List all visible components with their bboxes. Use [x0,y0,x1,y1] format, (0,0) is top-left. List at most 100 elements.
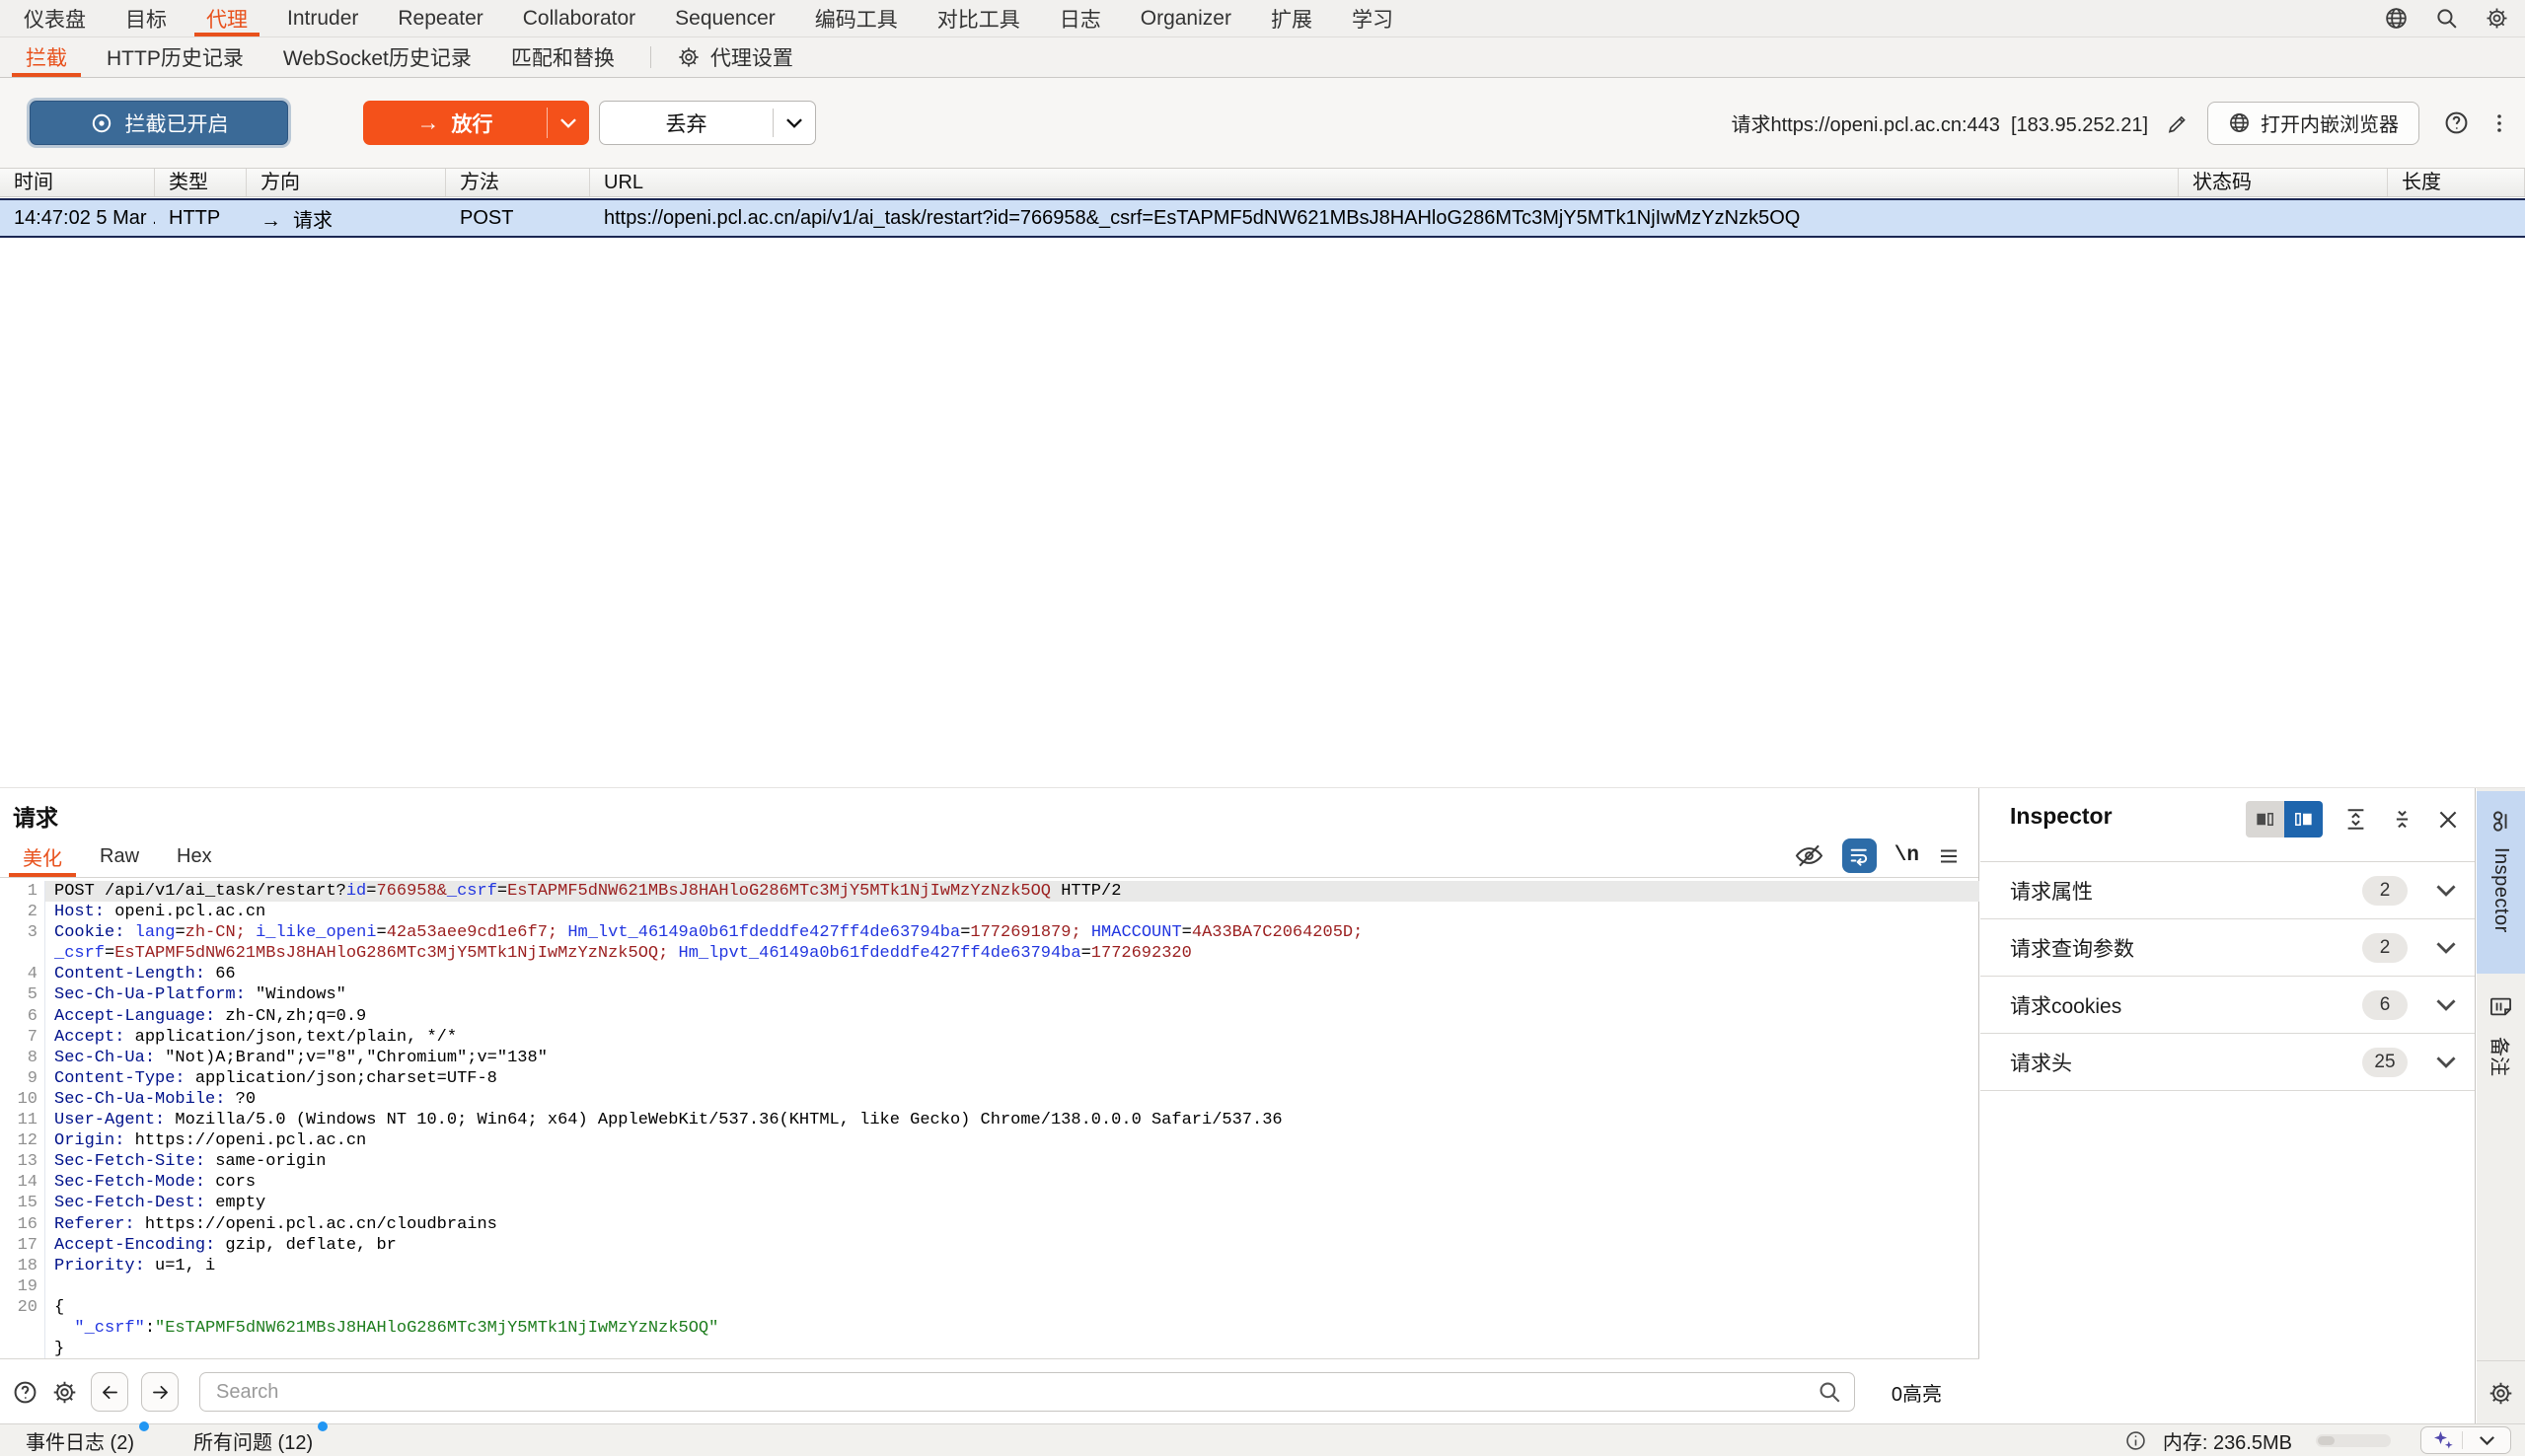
request-tab-raw[interactable]: Raw [81,837,158,877]
search-previous-button[interactable] [91,1372,128,1412]
editor-menu-icon[interactable] [1937,844,1961,868]
column-header-length[interactable]: 长度 [2388,169,2525,196]
all-issues-button[interactable]: 所有问题 (12) [193,1426,325,1455]
show-newlines-toggle[interactable]: \n [1894,844,1919,867]
drop-dropdown-button[interactable] [774,102,815,144]
ai-assistant-split-button[interactable] [2420,1426,2511,1454]
proxy-settings-button[interactable]: 代理设置 [667,37,803,77]
menu-item-logger[interactable]: 日志 [1040,0,1121,36]
menu-item-comparer[interactable]: 对比工具 [918,0,1040,36]
browser-globe-icon [2228,111,2251,134]
editor-line-text[interactable]: Accept: application/json,text/plain, */* [45,1027,1979,1048]
layout-split-column-button[interactable] [2284,801,2323,837]
editor-line-text[interactable]: Sec-Fetch-Dest: empty [45,1193,1979,1213]
browser-globe-icon[interactable] [2384,6,2409,31]
menu-item-collaborator[interactable]: Collaborator [503,0,655,36]
editor-settings-button[interactable] [2477,1360,2525,1424]
column-header-method[interactable]: 方法 [446,169,590,196]
editor-line-text[interactable]: "_csrf":"EsTAPMF5dNW621MBsJ8HAHloG286MTc… [45,1318,1979,1339]
search-icon[interactable] [2434,6,2459,31]
editor-line-text[interactable]: User-Agent: Mozilla/5.0 (Windows NT 10.0… [45,1110,1979,1130]
editor-line-text[interactable]: POST /api/v1/ai_task/restart?id=766958&_… [45,881,1979,902]
editor-view-icons: \n [1794,838,1961,873]
collapse-all-icon[interactable] [2389,806,2415,833]
request-tab-pretty[interactable]: 美化 [4,837,81,877]
menu-item-repeater[interactable]: Repeater [378,0,502,36]
column-header-status[interactable]: 状态码 [2179,169,2388,196]
inspector-section-request-cookies[interactable]: 请求cookies6 [1980,977,2475,1034]
menu-item-intruder[interactable]: Intruder [267,0,378,36]
menu-item-target[interactable]: 目标 [106,0,186,36]
expand-all-icon[interactable] [2342,806,2369,833]
editor-line-text[interactable]: Sec-Fetch-Mode: cors [45,1172,1979,1193]
side-tab-notes[interactable]: 备注 [2477,982,2525,1092]
menu-item-learn[interactable]: 学习 [1332,0,1413,36]
search-settings-gear-icon[interactable] [51,1379,78,1406]
editor-line-text[interactable]: Referer: https://openi.pcl.ac.cn/cloudbr… [45,1214,1979,1235]
menu-item-proxy[interactable]: 代理 [186,0,267,36]
editor-line-text[interactable]: Content-Length: 66 [45,964,1979,984]
editor-line-text[interactable]: Accept-Language: zh-CN,zh;q=0.9 [45,1006,1979,1027]
side-tab-inspector[interactable]: Inspector [2477,791,2525,974]
column-header-url[interactable]: URL [590,169,2179,196]
editor-line-text[interactable]: Content-Type: application/json;charset=U… [45,1068,1979,1089]
inspector-section-request-headers[interactable]: 请求头25 [1980,1034,2475,1091]
magnifier-icon[interactable] [1817,1379,1842,1405]
editor-line-text[interactable]: Cookie: lang=zh-CN; i_like_openi=42a53ae… [45,922,1979,964]
editor-line: 5Sec-Ch-Ua-Platform: "Windows" [0,984,1979,1005]
subtab-websocket-history[interactable]: WebSocket历史记录 [263,37,491,77]
editor-line: 18Priority: u=1, i [0,1256,1979,1276]
layout-single-column-button[interactable] [2246,801,2284,837]
drop-button[interactable]: 丢弃 [600,102,773,144]
subtab-http-history[interactable]: HTTP历史记录 [87,37,263,77]
editor-line-text[interactable]: } [45,1339,1979,1358]
editor-line-text[interactable]: Accept-Encoding: gzip, deflate, br [45,1235,1979,1256]
close-icon[interactable] [2435,807,2461,833]
column-header-type[interactable]: 类型 [155,169,247,196]
subtab-intercept[interactable]: 拦截 [6,37,87,77]
more-options-kebab-icon[interactable] [2488,111,2511,135]
settings-gear-icon[interactable] [2485,6,2509,31]
menu-item-dashboard[interactable]: 仪表盘 [4,0,106,36]
inspector-section-request-attributes[interactable]: 请求属性2 [1980,862,2475,919]
intercept-toggle-button[interactable]: 拦截已开启 [30,101,288,145]
info-circle-icon[interactable] [2124,1429,2147,1452]
editor-line-text[interactable]: Sec-Ch-Ua-Mobile: ?0 [45,1089,1979,1110]
search-help-icon[interactable] [12,1379,38,1406]
editor-line-text[interactable]: Host: openi.pcl.ac.cn [45,902,1979,922]
editor-line-text[interactable] [45,1276,1979,1297]
menu-item-extensions[interactable]: 扩展 [1251,0,1332,36]
forward-button[interactable]: → 放行 [363,101,547,145]
editor-line-text[interactable]: Sec-Fetch-Site: same-origin [45,1151,1979,1172]
http-request-editor[interactable]: 1POST /api/v1/ai_task/restart?id=766958&… [0,878,1979,1358]
line-number: 19 [0,1276,45,1297]
editor-line: 19 [0,1276,1979,1297]
request-tab-hex[interactable]: Hex [158,837,231,877]
menu-item-sequencer[interactable]: Sequencer [655,0,795,36]
edit-pencil-icon[interactable] [2166,111,2190,135]
ai-button-divider [2462,1431,2463,1449]
menu-item-organizer[interactable]: Organizer [1121,0,1251,36]
menu-item-decoder[interactable]: 编码工具 [795,0,918,36]
subtab-match-replace[interactable]: 匹配和替换 [491,37,634,77]
word-wrap-toggle[interactable] [1842,838,1877,873]
hide-nonprintable-eye-icon[interactable] [1794,842,1824,869]
help-circle-icon[interactable] [2443,109,2470,136]
intercepted-request-row[interactable]: 14:47:02 5 Mar ...HTTP→请求POSThttps://ope… [0,198,2525,238]
editor-line-text[interactable]: Priority: u=1, i [45,1256,1979,1276]
line-number: 7 [0,1027,45,1048]
editor-line-text[interactable]: Sec-Ch-Ua-Platform: "Windows" [45,984,1979,1005]
search-next-button[interactable] [141,1372,179,1412]
editor-line-text[interactable]: Origin: https://openi.pcl.ac.cn [45,1130,1979,1151]
editor-line-text[interactable]: { [45,1297,1979,1318]
line-number: 15 [0,1193,45,1213]
column-header-time[interactable]: 时间 [0,169,155,196]
side-tab-notes-label: 备注 [2487,1037,2515,1076]
editor-line-text[interactable]: Sec-Ch-Ua: "Not)A;Brand";v="8","Chromium… [45,1048,1979,1068]
open-embedded-browser-button[interactable]: 打开内嵌浏览器 [2207,102,2419,145]
forward-dropdown-button[interactable] [548,101,589,145]
column-header-direction[interactable]: 方向 [247,169,446,196]
inspector-section-request-query-params[interactable]: 请求查询参数2 [1980,919,2475,977]
event-log-button[interactable]: 事件日志 (2) [26,1426,146,1455]
search-input[interactable] [199,1372,1855,1412]
